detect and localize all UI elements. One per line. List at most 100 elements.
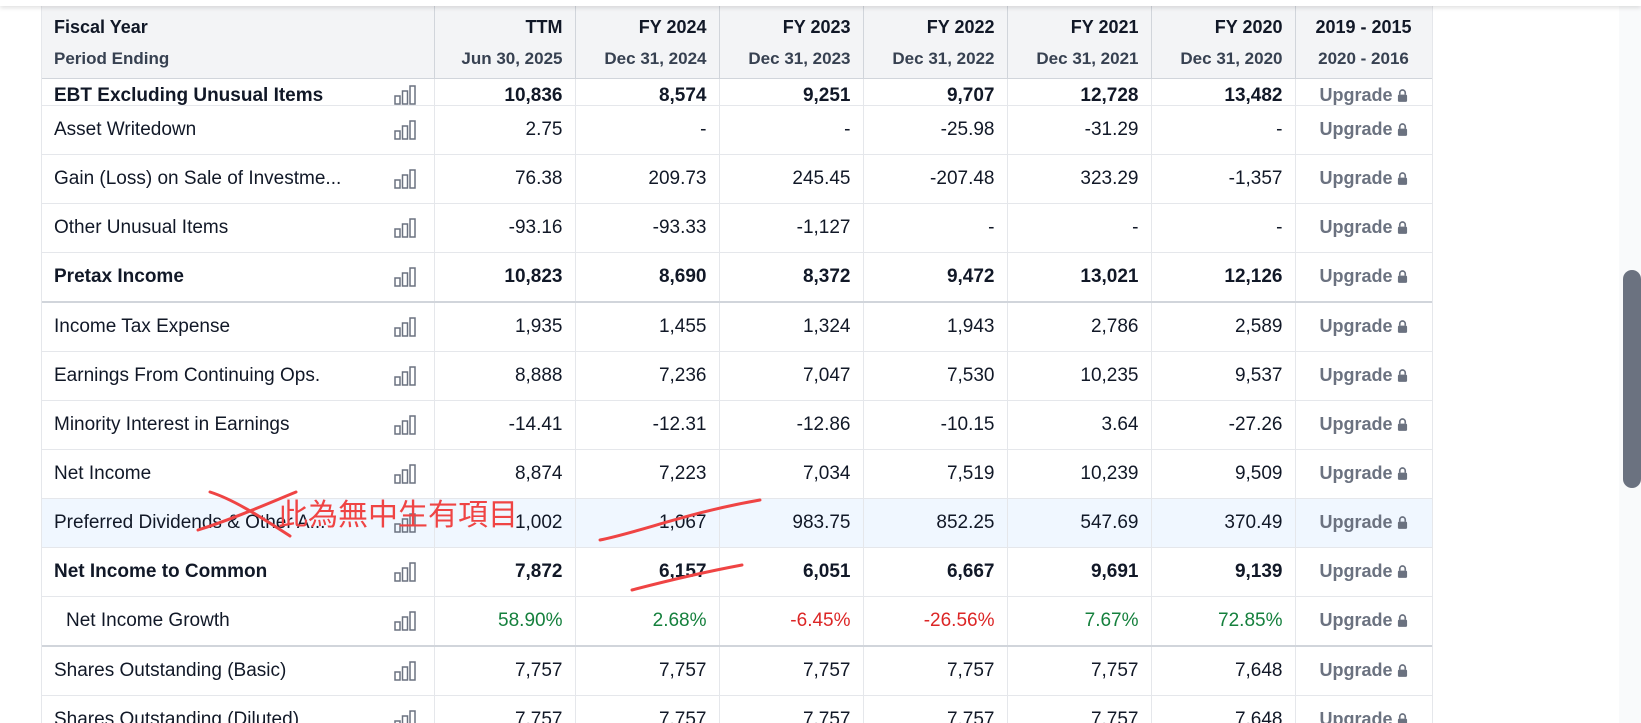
table-row: Net Income Growth 58.90% 2.68% -6.45% -26.56… [42,596,1432,647]
value-cell: 2.68% [575,596,720,647]
value-cell: 983.75 [719,498,864,548]
bar-chart-icon[interactable] [393,366,416,386]
value-cell: 8,574 [575,78,720,106]
upgrade-link[interactable]: Upgrade [1295,695,1432,723]
bar-chart-icon[interactable] [393,562,416,582]
upgrade-label: Upgrade [1319,709,1393,723]
value-cell: - [1007,203,1152,253]
table-body: EBT Excluding Unusual Items 10,836 8,574 9,… [42,78,1432,723]
upgrade-link[interactable]: Upgrade [1295,351,1432,401]
upgrade-link[interactable]: Upgrade [1295,301,1432,352]
column-year: TTM [525,17,563,37]
value-cell: 9,509 [1151,449,1296,499]
value-cell: 1,067 [575,498,720,548]
table-row: Earnings From Continuing Ops. 8,888 7,236 7… [42,351,1432,401]
column-header-fy2021[interactable]: FY 2021 Dec 31, 2021 [1007,6,1152,79]
table-row: Pretax Income 10,823 8,690 8,372 9,472 13,021… [42,252,1432,303]
table-row: Income Tax Expense 1,935 1,455 1,324 1,943 2,… [42,301,1432,352]
bar-chart-icon[interactable] [393,267,416,287]
value-cell: - [1151,203,1296,253]
bar-chart-icon[interactable] [393,169,416,189]
value-cell: 7,648 [1151,695,1296,723]
lock-icon [1397,415,1408,436]
value-cell: 7,757 [434,695,576,723]
bar-chart-icon[interactable] [393,218,416,238]
column-header-2019-2015[interactable]: 2019 - 2015 2020 - 2016 [1295,6,1432,79]
value-cell: -14.41 [434,400,576,450]
bar-chart-icon[interactable] [393,415,416,435]
upgrade-label: Upgrade [1319,561,1393,581]
column-year: FY 2022 [926,17,995,37]
column-header-fy2022[interactable]: FY 2022 Dec 31, 2022 [863,6,1008,79]
bar-chart-icon[interactable] [393,611,416,631]
value-cell: 3.64 [1007,400,1152,450]
value-cell: 1,324 [719,301,864,352]
lock-icon [1397,513,1408,534]
value-cell: -25.98 [863,105,1008,155]
table-row: Gain (Loss) on Sale of Investme... 76.38 2… [42,154,1432,204]
bar-chart-icon[interactable] [393,317,416,337]
lock-icon [1397,267,1408,288]
upgrade-link[interactable]: Upgrade [1295,645,1432,696]
value-cell: -93.16 [434,203,576,253]
column-header-fy2020[interactable]: FY 2020 Dec 31, 2020 [1151,6,1296,79]
value-cell: 209.73 [575,154,720,204]
value-cell: 10,836 [434,78,576,106]
income-statement-table: Fiscal Year Period Ending TTM Jun 30, 20… [42,6,1432,723]
upgrade-label: Upgrade [1319,316,1393,336]
row-label-cell: Asset Writedown [42,105,435,155]
row-label-cell: Shares Outstanding (Diluted) [42,695,435,723]
bar-chart-icon[interactable] [393,120,416,140]
lock-icon [1397,710,1408,723]
upgrade-label: Upgrade [1319,85,1393,105]
table-row: Net Income 8,874 7,223 7,034 7,519 10,239 9,50… [42,449,1432,499]
column-header-fy2024[interactable]: FY 2024 Dec 31, 2024 [575,6,720,79]
upgrade-link[interactable]: Upgrade [1295,596,1432,647]
value-cell: 76.38 [434,154,576,204]
upgrade-label: Upgrade [1319,217,1393,237]
value-cell: 2.75 [434,105,576,155]
upgrade-label: Upgrade [1319,119,1393,139]
value-cell: 6,051 [719,547,864,597]
lock-icon [1397,562,1408,583]
upgrade-link[interactable]: Upgrade [1295,154,1432,204]
upgrade-link[interactable]: Upgrade [1295,203,1432,253]
upgrade-link[interactable]: Upgrade [1295,400,1432,450]
value-cell: 7,223 [575,449,720,499]
value-cell: 1,935 [434,301,576,352]
bar-chart-icon[interactable] [393,85,416,105]
value-cell: 9,139 [1151,547,1296,597]
value-cell: 7,519 [863,449,1008,499]
upgrade-link[interactable]: Upgrade [1295,547,1432,597]
fiscal-year-label: Fiscal Year [54,17,148,37]
bar-chart-icon[interactable] [393,710,416,723]
value-cell: -31.29 [1007,105,1152,155]
annotation-text: 此為無中生有項目 [278,498,518,533]
value-cell: -93.33 [575,203,720,253]
column-year: 2019 - 2015 [1315,17,1412,37]
table-row: Net Income to Common 7,872 6,157 6,051 6,667… [42,547,1432,597]
bar-chart-icon[interactable] [393,464,416,484]
lock-icon [1397,661,1408,682]
value-cell: - [1151,105,1296,155]
upgrade-link[interactable]: Upgrade [1295,498,1432,548]
row-label-cell: Shares Outstanding (Basic) [42,645,435,696]
upgrade-label: Upgrade [1319,414,1393,434]
value-cell: 7.67% [1007,596,1152,647]
column-header-fy2023[interactable]: FY 2023 Dec 31, 2023 [719,6,864,79]
value-cell: -10.15 [863,400,1008,450]
upgrade-link[interactable]: Upgrade [1295,78,1432,106]
value-cell: 10,823 [434,252,576,303]
upgrade-link[interactable]: Upgrade [1295,105,1432,155]
value-cell: 7,757 [863,645,1008,696]
value-cell: 547.69 [1007,498,1152,548]
upgrade-label: Upgrade [1319,365,1393,385]
bar-chart-icon[interactable] [393,661,416,681]
scrollbar-thumb[interactable] [1623,270,1641,488]
column-header-ttm[interactable]: TTM Jun 30, 2025 [434,6,576,79]
value-cell: 7,757 [575,695,720,723]
upgrade-link[interactable]: Upgrade [1295,252,1432,303]
table-header: Fiscal Year Period Ending TTM Jun 30, 20… [42,6,1432,79]
value-cell: 7,757 [1007,645,1152,696]
upgrade-link[interactable]: Upgrade [1295,449,1432,499]
